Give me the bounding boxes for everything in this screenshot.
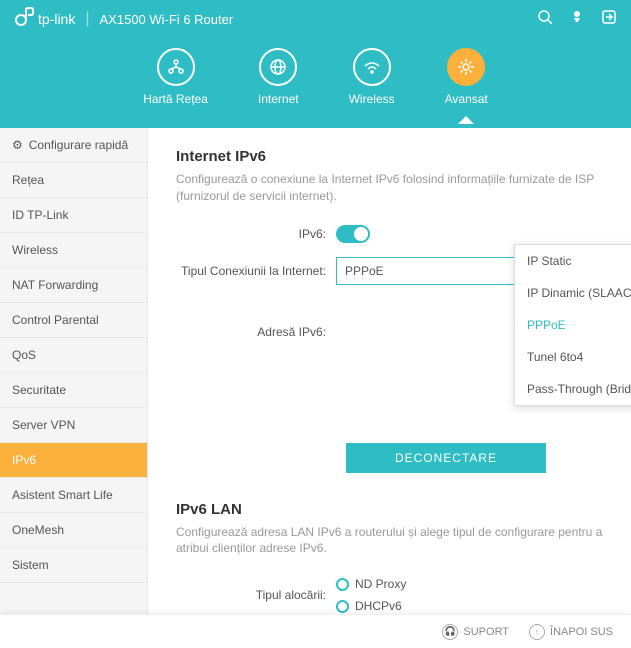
radio-icon	[336, 600, 349, 613]
nav-label: Hartă Rețea	[143, 92, 208, 106]
sidebar-item-wireless[interactable]: Wireless	[0, 233, 147, 268]
section-desc-ipv6: Configurează o conexiune la Internet IPv…	[176, 171, 603, 205]
radio-label: DHCPv6	[355, 599, 402, 613]
sidebar-item-label: Wireless	[12, 243, 58, 257]
sidebar-item-tplink-id[interactable]: ID TP-Link	[0, 198, 147, 233]
connection-type-dropdown: IP Static IP Dinamic (SLAAC/DHCPv6) PPPo…	[514, 244, 631, 406]
section-desc-lan: Configurează adresa LAN IPv6 a routerulu…	[176, 524, 603, 558]
logout-icon[interactable]	[601, 9, 617, 30]
sidebar-item-qos[interactable]: QoS	[0, 338, 147, 373]
led-icon[interactable]	[569, 9, 585, 30]
gear-icon	[447, 48, 485, 86]
sidebar-item-label: NAT Forwarding	[12, 278, 98, 292]
sidebar-item-ipv6[interactable]: IPv6	[0, 443, 147, 478]
globe-icon	[259, 48, 297, 86]
section-title-lan: IPv6 LAN	[176, 501, 603, 518]
topbar-actions	[537, 9, 617, 30]
dropdown-option-dynamic[interactable]: IP Dinamic (SLAAC/DHCPv6)	[515, 277, 631, 309]
sidebar-item-vpn[interactable]: Server VPN	[0, 408, 147, 443]
sidebar-item-security[interactable]: Securitate	[0, 373, 147, 408]
connection-type-label: Tipul Conexiunii la Internet:	[176, 264, 336, 278]
sidebar-item-label: QoS	[12, 348, 36, 362]
sidebar-item-label: Rețea	[12, 173, 44, 187]
sidebar-item-smart-life[interactable]: Asistent Smart Life	[0, 478, 147, 513]
wifi-icon	[353, 48, 391, 86]
network-map-icon	[157, 48, 195, 86]
main-container: ⚙ Configurare rapidă Rețea ID TP-Link Wir…	[0, 128, 631, 614]
main-nav: Hartă Rețea Internet Wireless Avansat	[0, 38, 631, 128]
sidebar-item-label: OneMesh	[12, 523, 64, 537]
topbar: tp-link | AX1500 Wi-Fi 6 Router	[0, 0, 631, 38]
allocation-radio-group: ND Proxy DHCPv6	[336, 577, 406, 613]
footer-label: SUPORT	[463, 626, 509, 638]
sidebar-item-network[interactable]: Rețea	[0, 163, 147, 198]
select-value: PPPoE	[345, 264, 384, 278]
nav-label: Internet	[258, 92, 299, 106]
ipv6-toggle[interactable]	[336, 225, 370, 243]
sidebar-item-quick-setup[interactable]: ⚙ Configurare rapidă	[0, 128, 147, 163]
sidebar-item-label: Server VPN	[12, 418, 75, 432]
dropdown-option-passthrough[interactable]: Pass-Through (Bridge)	[515, 373, 631, 405]
nav-label: Avansat	[445, 92, 488, 106]
nav-label: Wireless	[349, 92, 395, 106]
ipv6-address-label: Adresă IPv6:	[176, 325, 336, 339]
sidebar-item-label: ID TP-Link	[12, 208, 68, 222]
content-panel: Internet IPv6 Configurează o conexiune l…	[148, 128, 631, 614]
nav-wireless[interactable]: Wireless	[349, 48, 395, 106]
gear-small-icon: ⚙	[12, 138, 23, 152]
ipv6-toggle-label: IPv6:	[176, 227, 336, 241]
brand-text: tp-link	[38, 11, 75, 27]
arrow-up-icon: ↑	[529, 624, 545, 640]
sidebar-item-parental[interactable]: Control Parental	[0, 303, 147, 338]
support-link[interactable]: 🎧 SUPORT	[442, 624, 509, 640]
radio-nd-proxy[interactable]: ND Proxy	[336, 577, 406, 591]
back-to-top-link[interactable]: ↑ ÎNAPOI SUS	[529, 624, 613, 640]
sidebar-item-label: Sistem	[12, 558, 49, 572]
dropdown-option-static[interactable]: IP Static	[515, 245, 631, 277]
sidebar-item-label: Securitate	[12, 383, 66, 397]
sidebar: ⚙ Configurare rapidă Rețea ID TP-Link Wir…	[0, 128, 148, 614]
logo-icon	[14, 7, 34, 32]
sidebar-item-system[interactable]: Sistem	[0, 548, 147, 583]
header-divider: |	[85, 10, 89, 28]
footer-label: ÎNAPOI SUS	[550, 626, 613, 638]
footer: 🎧 SUPORT ↑ ÎNAPOI SUS	[0, 614, 631, 648]
allocation-type-label: Tipul alocării:	[176, 588, 336, 602]
radio-dhcpv6[interactable]: DHCPv6	[336, 599, 406, 613]
disconnect-button[interactable]: DECONECTARE	[346, 443, 546, 473]
dropdown-option-pppoe[interactable]: PPPoE	[515, 309, 631, 341]
radio-icon	[336, 578, 349, 591]
brand-logo: tp-link	[14, 7, 75, 32]
connection-type-select[interactable]: PPPoE ⌄	[336, 257, 536, 285]
product-name: AX1500 Wi-Fi 6 Router	[100, 12, 234, 27]
section-title-ipv6: Internet IPv6	[176, 148, 603, 165]
sidebar-item-label: Asistent Smart Life	[12, 488, 113, 502]
sidebar-item-label: Control Parental	[12, 313, 99, 327]
dropdown-option-6to4[interactable]: Tunel 6to4	[515, 341, 631, 373]
sidebar-item-onemesh[interactable]: OneMesh	[0, 513, 147, 548]
sidebar-item-nat[interactable]: NAT Forwarding	[0, 268, 147, 303]
row-allocation-type: Tipul alocării: ND Proxy DHCPv6	[176, 577, 603, 613]
radio-label: ND Proxy	[355, 577, 406, 591]
row-ipv6-toggle: IPv6:	[176, 225, 603, 243]
headset-icon: 🎧	[442, 624, 458, 640]
nav-internet[interactable]: Internet	[258, 48, 299, 106]
sidebar-item-label: IPv6	[12, 453, 36, 467]
nav-network-map[interactable]: Hartă Rețea	[143, 48, 208, 106]
search-icon[interactable]	[537, 9, 553, 30]
nav-advanced[interactable]: Avansat	[445, 48, 488, 106]
sidebar-item-label: Configurare rapidă	[29, 138, 128, 152]
